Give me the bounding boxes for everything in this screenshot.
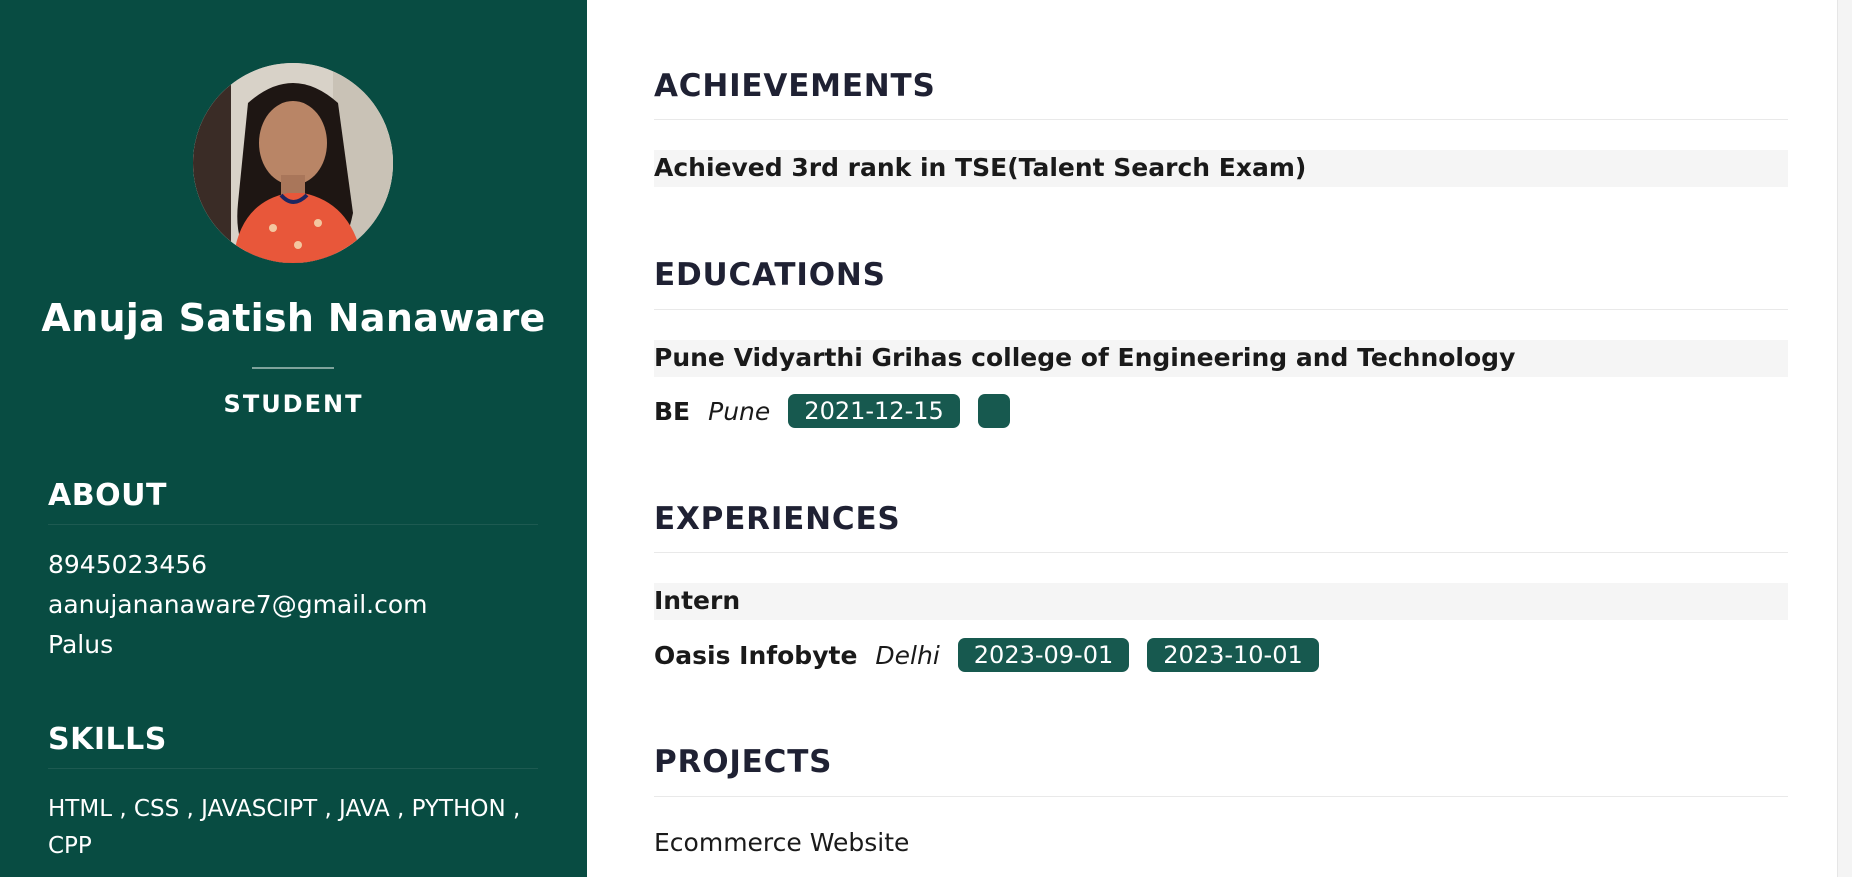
profile-name: Anuja Satish Nanaware <box>41 296 546 340</box>
page-scrollbar[interactable] <box>1837 0 1852 877</box>
educations-heading: EDUCATIONS <box>654 257 886 293</box>
avatar-photo <box>193 63 393 263</box>
about-divider <box>48 524 538 525</box>
achievements-divider <box>654 119 1788 120</box>
experiences-heading: EXPERIENCES <box>654 501 901 537</box>
about-heading: ABOUT <box>48 478 167 513</box>
about-email: aanujananaware7@gmail.com <box>48 590 428 619</box>
skills-list: HTML , CSS , JAVASCIPT , JAVA , PYTHON ,… <box>48 796 521 859</box>
projects-heading: PROJECTS <box>654 744 833 780</box>
experience-meta: Oasis Infobyte Delhi 2023-09-01 2023-10-… <box>654 637 1319 673</box>
about-phone: 8945023456 <box>48 550 208 579</box>
profile-sidebar: Anuja Satish Nanaware STUDENT ABOUT 8945… <box>0 0 587 877</box>
achievement-title: Achieved 3rd rank in TSE(Talent Search E… <box>654 153 1307 182</box>
experience-start-date-badge: 2023-09-01 <box>957 638 1130 672</box>
resume-page: Anuja Satish Nanaware STUDENT ABOUT 8945… <box>0 0 1852 877</box>
achievement-item: Achieved 3rd rank in TSE(Talent Search E… <box>654 150 1788 187</box>
profile-role: STUDENT <box>223 390 364 418</box>
education-meta: BE Pune 2021-12-15 <box>654 393 1010 429</box>
experiences-divider <box>654 552 1788 553</box>
project-item: Ecommerce Website <box>654 828 910 857</box>
experience-title: Intern <box>654 586 741 615</box>
experience-end-date-badge: 2023-10-01 <box>1147 638 1319 672</box>
educations-divider <box>654 309 1788 310</box>
education-institution: Pune Vidyarthi Grihas college of Enginee… <box>654 343 1516 372</box>
education-degree: BE <box>654 396 691 426</box>
achievements-heading: ACHIEVEMENTS <box>654 68 936 104</box>
resume-main: ACHIEVEMENTS Achieved 3rd rank in TSE(Ta… <box>587 0 1837 877</box>
experience-company: Oasis Infobyte <box>654 640 858 670</box>
about-location: Palus <box>48 630 114 659</box>
experience-place: Delhi <box>875 640 940 670</box>
skills-heading: SKILLS <box>48 722 167 757</box>
education-place: Pune <box>708 396 771 426</box>
education-item: Pune Vidyarthi Grihas college of Enginee… <box>654 340 1788 377</box>
profile-avatar <box>193 63 393 263</box>
experience-item: Intern <box>654 583 1788 620</box>
education-end-date-badge <box>977 394 1010 428</box>
projects-divider <box>654 796 1788 797</box>
education-start-date-badge: 2021-12-15 <box>788 394 960 428</box>
skills-divider <box>48 768 538 769</box>
name-divider <box>252 367 334 369</box>
